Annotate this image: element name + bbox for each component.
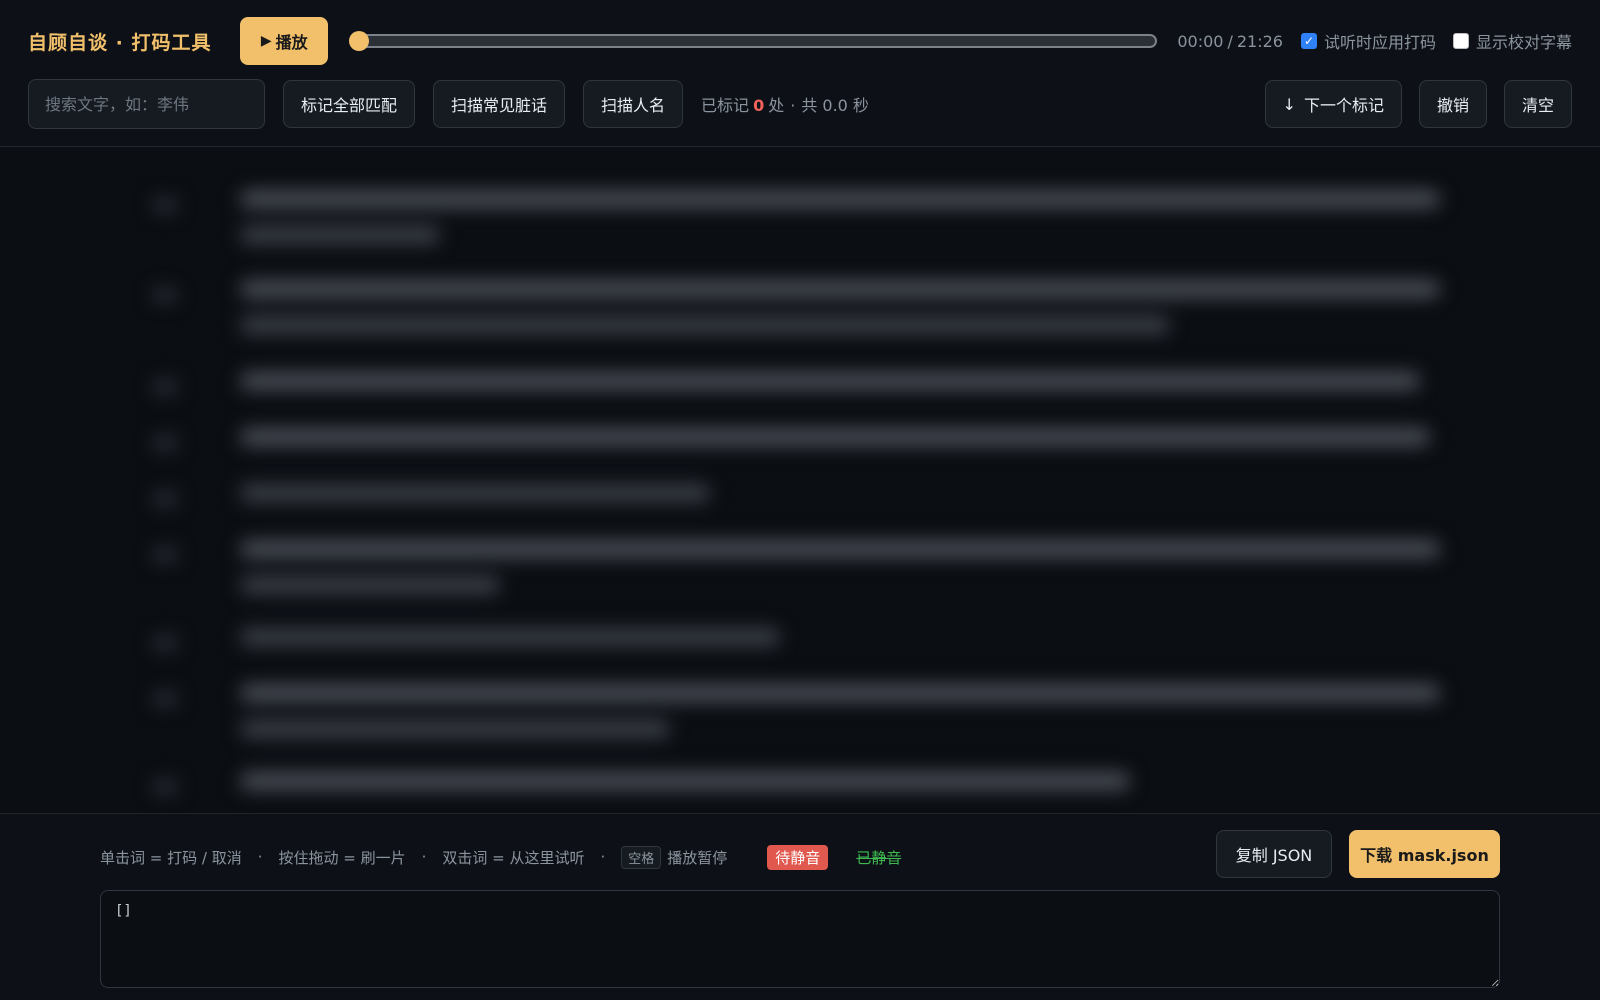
app-root: 自顾自谈 · 打码工具 ▶ 播放 00:00/21:26 ✓ 试听时应用打码 显… [0,0,1600,1000]
legend-pending-badge: 待静音 [767,844,829,870]
transcript-line [240,316,1170,334]
transcript-line [240,226,440,244]
show-subs-label: 显示校对字幕 [1475,33,1572,52]
transcript-line [240,772,1130,790]
time-separator: / [1227,31,1233,51]
line-number [152,288,178,302]
stats-suffix: 处 [768,96,785,115]
arrow-down-icon: ↓ [1282,94,1296,114]
apply-mask-toggle[interactable]: ✓ 试听时应用打码 [1300,29,1436,53]
hint-space: 播放暂停 [667,848,728,867]
line-number [152,692,178,706]
time-display: 00:00/21:26 [1177,32,1283,51]
stats-prefix: 已标记 [701,96,750,115]
transcript-line [240,372,1420,390]
line-number [152,198,178,212]
transcript-line [240,628,780,646]
apply-mask-checkbox[interactable]: ✓ [1300,33,1317,49]
search-input[interactable] [28,79,265,129]
transcript-line [240,428,1430,446]
line-number [152,548,178,562]
usage-hints: 单击词 = 打码 / 取消 · 按住拖动 = 刷一片 · 双击词 = 从这里试听… [100,842,901,872]
scan-profanity-button[interactable]: 扫描常见脏话 [433,80,566,128]
play-button[interactable]: ▶ 播放 [240,17,329,65]
player-bar: 自顾自谈 · 打码工具 ▶ 播放 00:00/21:26 ✓ 试听时应用打码 显… [28,17,1572,65]
hint-dot: · [421,848,427,866]
json-output[interactable]: [] [100,890,1500,988]
footer: 单击词 = 打码 / 取消 · 按住拖动 = 刷一片 · 双击词 = 从这里试听… [0,813,1600,1000]
line-number [152,380,178,394]
transcript-line [240,540,1440,558]
stats-total: 共 0.0 秒 [801,96,869,115]
next-mark-label: 下一个标记 [1303,96,1384,115]
legend-done-badge: 已静音 [856,848,902,867]
time-current: 00:00 [1177,31,1224,51]
stats-count: 0 [753,96,765,115]
line-number [152,636,178,650]
apply-mask-label: 试听时应用打码 [1323,33,1436,52]
line-number [152,436,178,450]
clear-button[interactable]: 清空 [1503,80,1572,128]
transcript-line [240,190,1440,208]
stats-dot: · [790,96,796,115]
hint-dot: · [257,848,263,866]
seek-thumb[interactable] [349,31,370,51]
play-label: 播放 [275,33,308,52]
mark-all-button[interactable]: 标记全部匹配 [283,80,416,128]
toolbar: 标记全部匹配 扫描常见脏话 扫描人名 已标记0处 · 共 0.0 秒 ↓ 下一个标记… [28,79,1572,129]
play-icon: ▶ [260,33,272,49]
show-subs-checkbox[interactable] [1452,33,1469,49]
blurred-transcript [0,148,1600,813]
transcript-line [240,684,1440,702]
hint-dot: · [600,848,606,866]
transcript-line [240,576,500,594]
next-mark-button[interactable]: ↓ 下一个标记 [1264,80,1402,128]
transcript-line [240,280,1440,298]
hint-drag: 按住拖动 = 刷一片 [278,848,406,867]
scan-names-button[interactable]: 扫描人名 [583,80,684,128]
line-number [152,780,178,794]
line-number [152,492,178,506]
hint-click: 单击词 = 打码 / 取消 [100,848,242,867]
space-key: 空格 [621,845,662,869]
time-total: 21:26 [1236,31,1283,51]
seek-slider[interactable] [349,31,1158,51]
copy-json-button[interactable]: 复制 JSON [1216,830,1332,878]
hint-dblclick: 双击词 = 从这里试听 [442,848,585,867]
transcript-line [240,720,670,738]
download-json-button[interactable]: 下载 mask.json [1349,830,1500,878]
undo-button[interactable]: 撤销 [1418,80,1487,128]
header: 自顾自谈 · 打码工具 ▶ 播放 00:00/21:26 ✓ 试听时应用打码 显… [0,0,1600,147]
transcript-panel[interactable] [0,148,1600,813]
transcript-line [240,484,710,502]
mark-stats: 已标记 0 处 · 共 0.0 秒 [701,92,869,116]
app-title: 自顾自谈 · 打码工具 [28,31,212,54]
show-subs-toggle[interactable]: 显示校对字幕 [1452,29,1572,53]
